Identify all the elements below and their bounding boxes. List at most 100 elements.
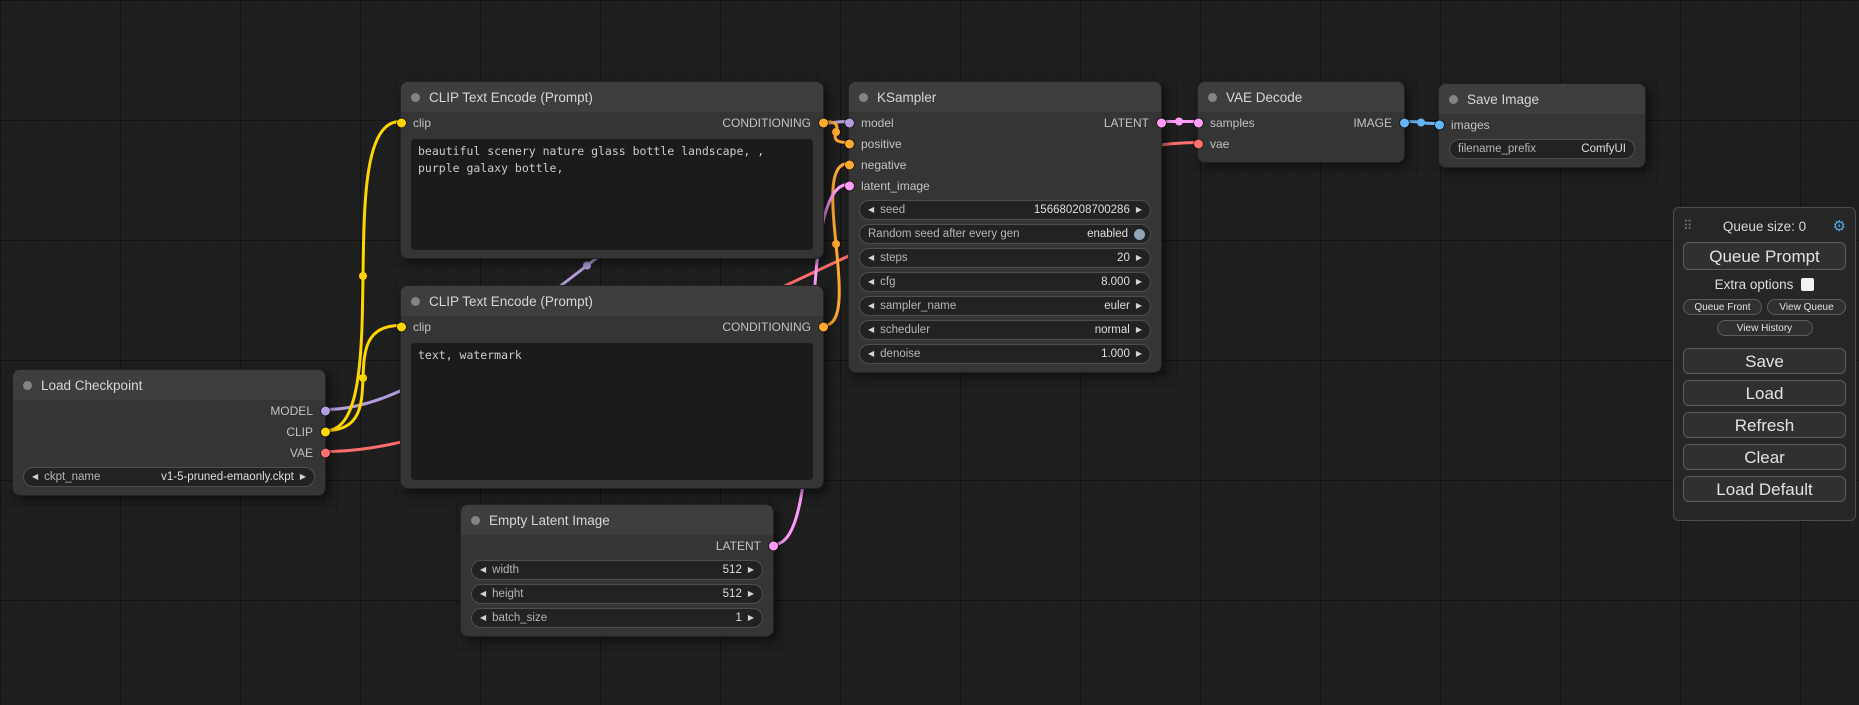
clip-input-dot[interactable]	[397, 118, 406, 127]
vae-output-dot[interactable]	[321, 448, 330, 457]
increment-arrow-icon[interactable]: ▶	[1136, 350, 1142, 358]
widget-name: sampler_name	[880, 300, 956, 312]
latent-output-dot[interactable]	[1157, 118, 1166, 127]
queue-prompt-button[interactable]: Queue Prompt	[1683, 242, 1846, 270]
sampler-name-widget[interactable]: ◀ sampler_name euler ▶	[859, 296, 1151, 316]
widget-value: v1-5-pruned-emaonly.ckpt	[161, 471, 294, 483]
increment-arrow-icon[interactable]: ▶	[748, 590, 754, 598]
widget-value: enabled	[1087, 228, 1128, 240]
increment-arrow-icon[interactable]: ▶	[1136, 326, 1142, 334]
decrement-arrow-icon[interactable]: ◀	[868, 278, 874, 286]
increment-arrow-icon[interactable]: ▶	[748, 614, 754, 622]
decrement-arrow-icon[interactable]: ◀	[868, 254, 874, 262]
increment-arrow-icon[interactable]: ▶	[300, 473, 306, 481]
refresh-button[interactable]: Refresh	[1683, 412, 1846, 438]
gear-icon[interactable]: ⚙	[1833, 217, 1846, 235]
ckpt-name-widget[interactable]: ◀ ckpt_name v1-5-pruned-emaonly.ckpt ▶	[23, 467, 315, 487]
drag-handle-icon[interactable]: ⠿	[1683, 218, 1693, 234]
node-vae-decode[interactable]: VAE Decode samples IMAGE vae	[1197, 81, 1405, 163]
slot-label-samples: samples	[1210, 116, 1255, 130]
view-queue-button[interactable]: View Queue	[1767, 299, 1846, 315]
negative-input-dot[interactable]	[845, 160, 854, 169]
slot-label-positive: positive	[861, 137, 902, 151]
collapse-dot-icon[interactable]	[859, 93, 868, 102]
node-title-bar[interactable]: VAE Decode	[1198, 82, 1404, 112]
cfg-widget[interactable]: ◀ cfg 8.000 ▶	[859, 272, 1151, 292]
scheduler-widget[interactable]: ◀ scheduler normal ▶	[859, 320, 1151, 340]
node-title-bar[interactable]: Empty Latent Image	[461, 505, 773, 535]
filename-prefix-widget[interactable]: filename_prefix ComfyUI	[1449, 139, 1635, 159]
slot-label-model: MODEL	[270, 404, 313, 418]
slot-row: VAE	[13, 442, 325, 463]
samples-input-dot[interactable]	[1194, 118, 1203, 127]
node-title-bar[interactable]: KSampler	[849, 82, 1161, 112]
seed-widget[interactable]: ◀ seed 156680208700286 ▶	[859, 200, 1151, 220]
conditioning-output-dot[interactable]	[819, 322, 828, 331]
clear-button[interactable]: Clear	[1683, 444, 1846, 470]
save-button[interactable]: Save	[1683, 348, 1846, 374]
collapse-dot-icon[interactable]	[1449, 95, 1458, 104]
collapse-dot-icon[interactable]	[411, 297, 420, 306]
model-input-dot[interactable]	[845, 118, 854, 127]
node-title-bar[interactable]: Save Image	[1439, 84, 1645, 114]
view-history-button[interactable]: View History	[1717, 320, 1813, 336]
height-widget[interactable]: ◀ height 512 ▶	[471, 584, 763, 604]
node-graph-canvas[interactable]: Load Checkpoint MODEL CLIP VAE ◀ ckpt_na…	[0, 0, 1859, 705]
node-title-bar[interactable]: CLIP Text Encode (Prompt)	[401, 286, 823, 316]
clip-input-dot[interactable]	[397, 322, 406, 331]
increment-arrow-icon[interactable]: ▶	[748, 566, 754, 574]
clip-output-dot[interactable]	[321, 427, 330, 436]
prompt-textarea[interactable]: text, watermark	[411, 343, 813, 480]
widget-value: normal	[1095, 324, 1130, 336]
increment-arrow-icon[interactable]: ▶	[1136, 206, 1142, 214]
images-input-dot[interactable]	[1435, 120, 1444, 129]
model-output-dot[interactable]	[321, 406, 330, 415]
steps-widget[interactable]: ◀ steps 20 ▶	[859, 248, 1151, 268]
slot-label-conditioning: CONDITIONING	[722, 116, 811, 130]
vae-input-dot[interactable]	[1194, 139, 1203, 148]
node-clip-text-encode-positive[interactable]: CLIP Text Encode (Prompt) clip CONDITION…	[400, 81, 824, 259]
node-ksampler[interactable]: KSampler model LATENT positive negative …	[848, 81, 1162, 373]
collapse-dot-icon[interactable]	[411, 93, 420, 102]
load-button[interactable]: Load	[1683, 380, 1846, 406]
toggle-knob-icon[interactable]	[1134, 229, 1145, 240]
widget-value: 8.000	[1101, 276, 1130, 288]
slot-label-vae: VAE	[290, 446, 313, 460]
latent-image-input-dot[interactable]	[845, 181, 854, 190]
conditioning-output-dot[interactable]	[819, 118, 828, 127]
width-widget[interactable]: ◀ width 512 ▶	[471, 560, 763, 580]
load-default-button[interactable]: Load Default	[1683, 476, 1846, 502]
queue-front-button[interactable]: Queue Front	[1683, 299, 1762, 315]
collapse-dot-icon[interactable]	[1208, 93, 1217, 102]
latent-output-dot[interactable]	[769, 541, 778, 550]
batch-size-widget[interactable]: ◀ batch_size 1 ▶	[471, 608, 763, 628]
collapse-dot-icon[interactable]	[471, 516, 480, 525]
node-save-image[interactable]: Save Image images filename_prefix ComfyU…	[1438, 83, 1646, 168]
slot-row: model LATENT	[849, 112, 1161, 133]
increment-arrow-icon[interactable]: ▶	[1136, 302, 1142, 310]
decrement-arrow-icon[interactable]: ◀	[868, 206, 874, 214]
collapse-dot-icon[interactable]	[23, 381, 32, 390]
node-title: CLIP Text Encode (Prompt)	[429, 294, 593, 309]
node-clip-text-encode-negative[interactable]: CLIP Text Encode (Prompt) clip CONDITION…	[400, 285, 824, 489]
decrement-arrow-icon[interactable]: ◀	[868, 326, 874, 334]
increment-arrow-icon[interactable]: ▶	[1136, 254, 1142, 262]
node-title-bar[interactable]: Load Checkpoint	[13, 370, 325, 400]
extra-options-checkbox[interactable]	[1801, 278, 1814, 291]
node-empty-latent-image[interactable]: Empty Latent Image LATENT ◀ width 512 ▶ …	[460, 504, 774, 637]
decrement-arrow-icon[interactable]: ◀	[480, 566, 486, 574]
image-output-dot[interactable]	[1400, 118, 1409, 127]
decrement-arrow-icon[interactable]: ◀	[32, 473, 38, 481]
node-title-bar[interactable]: CLIP Text Encode (Prompt)	[401, 82, 823, 112]
increment-arrow-icon[interactable]: ▶	[1136, 278, 1142, 286]
positive-input-dot[interactable]	[845, 139, 854, 148]
slot-label-latent-image: latent_image	[861, 179, 930, 193]
decrement-arrow-icon[interactable]: ◀	[868, 350, 874, 358]
decrement-arrow-icon[interactable]: ◀	[480, 590, 486, 598]
decrement-arrow-icon[interactable]: ◀	[480, 614, 486, 622]
decrement-arrow-icon[interactable]: ◀	[868, 302, 874, 310]
node-load-checkpoint[interactable]: Load Checkpoint MODEL CLIP VAE ◀ ckpt_na…	[12, 369, 326, 496]
denoise-widget[interactable]: ◀ denoise 1.000 ▶	[859, 344, 1151, 364]
random-seed-toggle-widget[interactable]: Random seed after every gen enabled	[859, 224, 1151, 244]
prompt-textarea[interactable]: beautiful scenery nature glass bottle la…	[411, 139, 813, 250]
